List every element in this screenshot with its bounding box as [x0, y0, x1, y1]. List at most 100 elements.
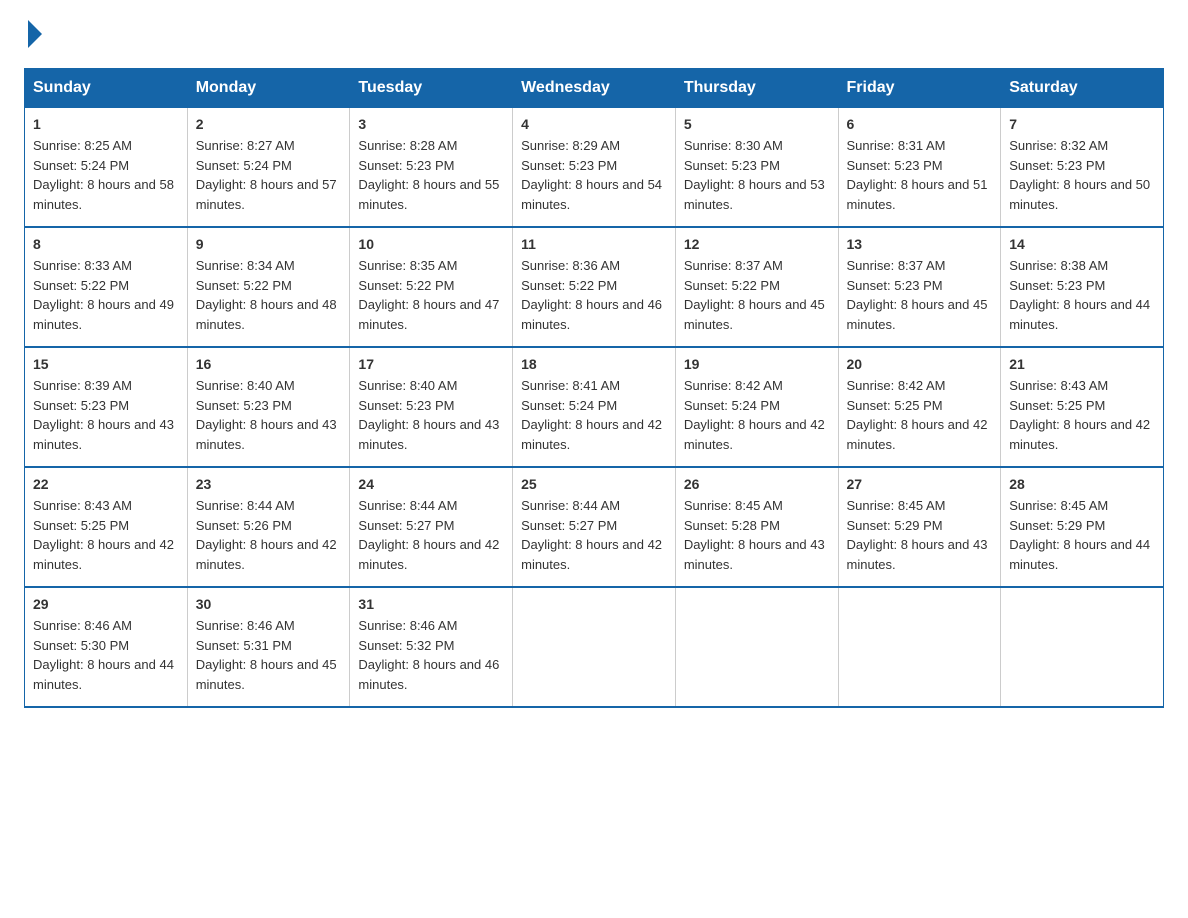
day-info: Sunrise: 8:38 AM Sunset: 5:23 PM Dayligh…	[1009, 256, 1155, 334]
day-info: Sunrise: 8:44 AM Sunset: 5:27 PM Dayligh…	[521, 496, 667, 574]
day-info: Sunrise: 8:46 AM Sunset: 5:32 PM Dayligh…	[358, 616, 504, 694]
day-info: Sunrise: 8:36 AM Sunset: 5:22 PM Dayligh…	[521, 256, 667, 334]
day-info: Sunrise: 8:42 AM Sunset: 5:25 PM Dayligh…	[847, 376, 993, 454]
day-info: Sunrise: 8:45 AM Sunset: 5:28 PM Dayligh…	[684, 496, 830, 574]
day-cell: 10 Sunrise: 8:35 AM Sunset: 5:22 PM Dayl…	[350, 227, 513, 347]
day-number: 12	[684, 236, 830, 252]
page-header	[24, 24, 1164, 48]
week-row-5: 29 Sunrise: 8:46 AM Sunset: 5:30 PM Dayl…	[25, 587, 1164, 707]
day-cell: 21 Sunrise: 8:43 AM Sunset: 5:25 PM Dayl…	[1001, 347, 1164, 467]
logo	[24, 24, 42, 48]
day-cell: 23 Sunrise: 8:44 AM Sunset: 5:26 PM Dayl…	[187, 467, 350, 587]
day-number: 22	[33, 476, 179, 492]
header-cell-saturday: Saturday	[1001, 69, 1164, 108]
day-info: Sunrise: 8:34 AM Sunset: 5:22 PM Dayligh…	[196, 256, 342, 334]
day-number: 11	[521, 236, 667, 252]
day-info: Sunrise: 8:45 AM Sunset: 5:29 PM Dayligh…	[1009, 496, 1155, 574]
day-info: Sunrise: 8:35 AM Sunset: 5:22 PM Dayligh…	[358, 256, 504, 334]
day-number: 25	[521, 476, 667, 492]
day-cell	[838, 587, 1001, 707]
day-info: Sunrise: 8:46 AM Sunset: 5:31 PM Dayligh…	[196, 616, 342, 694]
day-cell: 24 Sunrise: 8:44 AM Sunset: 5:27 PM Dayl…	[350, 467, 513, 587]
day-cell: 31 Sunrise: 8:46 AM Sunset: 5:32 PM Dayl…	[350, 587, 513, 707]
day-number: 15	[33, 356, 179, 372]
header-cell-sunday: Sunday	[25, 69, 188, 108]
day-cell: 22 Sunrise: 8:43 AM Sunset: 5:25 PM Dayl…	[25, 467, 188, 587]
day-number: 6	[847, 116, 993, 132]
header-cell-monday: Monday	[187, 69, 350, 108]
calendar-body: 1 Sunrise: 8:25 AM Sunset: 5:24 PM Dayli…	[25, 108, 1164, 708]
day-number: 28	[1009, 476, 1155, 492]
day-cell: 8 Sunrise: 8:33 AM Sunset: 5:22 PM Dayli…	[25, 227, 188, 347]
header-cell-friday: Friday	[838, 69, 1001, 108]
week-row-4: 22 Sunrise: 8:43 AM Sunset: 5:25 PM Dayl…	[25, 467, 1164, 587]
day-info: Sunrise: 8:42 AM Sunset: 5:24 PM Dayligh…	[684, 376, 830, 454]
day-number: 29	[33, 596, 179, 612]
day-info: Sunrise: 8:44 AM Sunset: 5:27 PM Dayligh…	[358, 496, 504, 574]
day-cell	[675, 587, 838, 707]
day-cell: 6 Sunrise: 8:31 AM Sunset: 5:23 PM Dayli…	[838, 108, 1001, 228]
header-cell-wednesday: Wednesday	[513, 69, 676, 108]
header-cell-tuesday: Tuesday	[350, 69, 513, 108]
day-info: Sunrise: 8:43 AM Sunset: 5:25 PM Dayligh…	[33, 496, 179, 574]
day-number: 16	[196, 356, 342, 372]
day-cell: 11 Sunrise: 8:36 AM Sunset: 5:22 PM Dayl…	[513, 227, 676, 347]
day-number: 24	[358, 476, 504, 492]
day-number: 30	[196, 596, 342, 612]
day-info: Sunrise: 8:32 AM Sunset: 5:23 PM Dayligh…	[1009, 136, 1155, 214]
day-cell	[513, 587, 676, 707]
day-info: Sunrise: 8:37 AM Sunset: 5:23 PM Dayligh…	[847, 256, 993, 334]
day-cell: 5 Sunrise: 8:30 AM Sunset: 5:23 PM Dayli…	[675, 108, 838, 228]
day-cell: 28 Sunrise: 8:45 AM Sunset: 5:29 PM Dayl…	[1001, 467, 1164, 587]
day-info: Sunrise: 8:29 AM Sunset: 5:23 PM Dayligh…	[521, 136, 667, 214]
day-cell: 7 Sunrise: 8:32 AM Sunset: 5:23 PM Dayli…	[1001, 108, 1164, 228]
day-number: 19	[684, 356, 830, 372]
day-number: 10	[358, 236, 504, 252]
header-row: SundayMondayTuesdayWednesdayThursdayFrid…	[25, 69, 1164, 108]
day-number: 27	[847, 476, 993, 492]
day-info: Sunrise: 8:25 AM Sunset: 5:24 PM Dayligh…	[33, 136, 179, 214]
day-info: Sunrise: 8:28 AM Sunset: 5:23 PM Dayligh…	[358, 136, 504, 214]
week-row-3: 15 Sunrise: 8:39 AM Sunset: 5:23 PM Dayl…	[25, 347, 1164, 467]
day-number: 18	[521, 356, 667, 372]
day-info: Sunrise: 8:41 AM Sunset: 5:24 PM Dayligh…	[521, 376, 667, 454]
calendar-header: SundayMondayTuesdayWednesdayThursdayFrid…	[25, 69, 1164, 108]
day-number: 21	[1009, 356, 1155, 372]
day-info: Sunrise: 8:31 AM Sunset: 5:23 PM Dayligh…	[847, 136, 993, 214]
day-number: 5	[684, 116, 830, 132]
day-info: Sunrise: 8:40 AM Sunset: 5:23 PM Dayligh…	[196, 376, 342, 454]
day-cell: 30 Sunrise: 8:46 AM Sunset: 5:31 PM Dayl…	[187, 587, 350, 707]
day-info: Sunrise: 8:27 AM Sunset: 5:24 PM Dayligh…	[196, 136, 342, 214]
day-cell: 25 Sunrise: 8:44 AM Sunset: 5:27 PM Dayl…	[513, 467, 676, 587]
header-cell-thursday: Thursday	[675, 69, 838, 108]
day-info: Sunrise: 8:43 AM Sunset: 5:25 PM Dayligh…	[1009, 376, 1155, 454]
logo-arrow-icon	[28, 20, 42, 48]
day-cell: 20 Sunrise: 8:42 AM Sunset: 5:25 PM Dayl…	[838, 347, 1001, 467]
day-number: 7	[1009, 116, 1155, 132]
day-cell: 15 Sunrise: 8:39 AM Sunset: 5:23 PM Dayl…	[25, 347, 188, 467]
day-cell: 9 Sunrise: 8:34 AM Sunset: 5:22 PM Dayli…	[187, 227, 350, 347]
week-row-1: 1 Sunrise: 8:25 AM Sunset: 5:24 PM Dayli…	[25, 108, 1164, 228]
day-number: 8	[33, 236, 179, 252]
day-cell: 13 Sunrise: 8:37 AM Sunset: 5:23 PM Dayl…	[838, 227, 1001, 347]
day-number: 23	[196, 476, 342, 492]
calendar-table: SundayMondayTuesdayWednesdayThursdayFrid…	[24, 68, 1164, 708]
day-info: Sunrise: 8:39 AM Sunset: 5:23 PM Dayligh…	[33, 376, 179, 454]
day-cell: 18 Sunrise: 8:41 AM Sunset: 5:24 PM Dayl…	[513, 347, 676, 467]
day-cell: 3 Sunrise: 8:28 AM Sunset: 5:23 PM Dayli…	[350, 108, 513, 228]
day-cell: 2 Sunrise: 8:27 AM Sunset: 5:24 PM Dayli…	[187, 108, 350, 228]
day-number: 26	[684, 476, 830, 492]
day-cell: 1 Sunrise: 8:25 AM Sunset: 5:24 PM Dayli…	[25, 108, 188, 228]
day-cell: 27 Sunrise: 8:45 AM Sunset: 5:29 PM Dayl…	[838, 467, 1001, 587]
day-cell: 16 Sunrise: 8:40 AM Sunset: 5:23 PM Dayl…	[187, 347, 350, 467]
day-number: 2	[196, 116, 342, 132]
day-cell: 29 Sunrise: 8:46 AM Sunset: 5:30 PM Dayl…	[25, 587, 188, 707]
day-cell: 19 Sunrise: 8:42 AM Sunset: 5:24 PM Dayl…	[675, 347, 838, 467]
day-info: Sunrise: 8:37 AM Sunset: 5:22 PM Dayligh…	[684, 256, 830, 334]
day-info: Sunrise: 8:46 AM Sunset: 5:30 PM Dayligh…	[33, 616, 179, 694]
day-cell: 26 Sunrise: 8:45 AM Sunset: 5:28 PM Dayl…	[675, 467, 838, 587]
day-number: 20	[847, 356, 993, 372]
day-number: 13	[847, 236, 993, 252]
day-number: 1	[33, 116, 179, 132]
day-number: 31	[358, 596, 504, 612]
